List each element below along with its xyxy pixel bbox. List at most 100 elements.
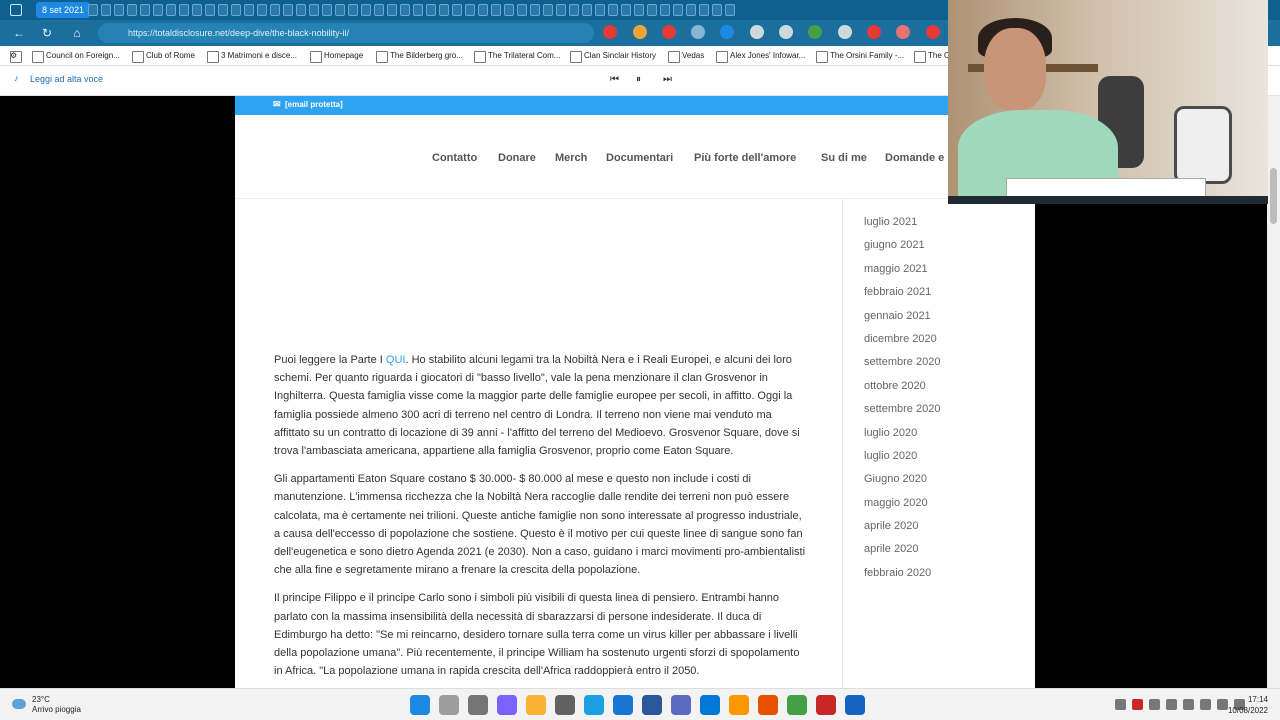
person-image bbox=[984, 28, 1046, 110]
archive-link[interactable]: luglio 2020 bbox=[864, 445, 940, 468]
archive-link[interactable]: aprile 2020 bbox=[864, 538, 940, 561]
menu-item-piu-forte[interactable]: Più forte dell'amore bbox=[694, 152, 796, 164]
home-icon[interactable]: ⌂ bbox=[68, 24, 86, 42]
url-field[interactable]: https://totaldisclosure.net/deep-dive/th… bbox=[98, 23, 594, 43]
refresh-icon[interactable]: ↻ bbox=[38, 24, 56, 42]
link-qui[interactable]: QUI bbox=[386, 354, 406, 366]
record-app-icon[interactable] bbox=[816, 695, 836, 715]
extension-icon[interactable] bbox=[633, 25, 647, 39]
extension-icon[interactable] bbox=[720, 25, 734, 39]
archive-link[interactable]: settembre 2020 bbox=[864, 351, 940, 374]
active-tab[interactable]: 8 set 2021 bbox=[36, 2, 91, 18]
paragraph: Gli appartamenti Eaton Square costano $ … bbox=[274, 473, 806, 577]
tray-app-icon[interactable] bbox=[1132, 699, 1143, 710]
extension-icon[interactable] bbox=[926, 25, 940, 39]
bookmark[interactable]: The Orsini Family -... bbox=[816, 46, 904, 66]
language-icon[interactable] bbox=[1183, 699, 1194, 710]
extension-icon[interactable] bbox=[691, 25, 705, 39]
archive-link[interactable]: luglio 2020 bbox=[864, 422, 940, 445]
word-icon[interactable] bbox=[642, 695, 662, 715]
bookmark[interactable]: The Trilateral Com... bbox=[474, 46, 560, 66]
next-icon[interactable]: ⏭ bbox=[663, 74, 672, 85]
menu-item-contatto[interactable]: Contatto bbox=[432, 152, 477, 164]
bookmark[interactable]: The Bilderberg gro... bbox=[376, 46, 463, 66]
clock[interactable]: 17:14 10/08/2022 bbox=[1228, 694, 1268, 716]
archive-link[interactable]: febbraio 2020 bbox=[864, 562, 940, 585]
archive-link[interactable]: maggio 2020 bbox=[864, 492, 940, 515]
app-icon[interactable] bbox=[758, 695, 778, 715]
menu-item-domande[interactable]: Domande e bbox=[885, 152, 944, 164]
archive-link[interactable]: giugno 2021 bbox=[864, 234, 940, 257]
start-icon[interactable] bbox=[410, 695, 430, 715]
menu-item-su-di-me[interactable]: Su di me bbox=[821, 152, 867, 164]
read-aloud-button[interactable]: Leggi ad alta voce bbox=[14, 73, 103, 84]
bookmark[interactable]: Council on Foreign... bbox=[32, 46, 120, 66]
page-scrollbar[interactable] bbox=[1267, 96, 1280, 688]
weather-widget[interactable]: 23°C Arrivo pioggia bbox=[12, 695, 81, 715]
archive-link[interactable]: Giugno 2020 bbox=[864, 468, 940, 491]
header-email[interactable]: [email protetta] bbox=[273, 99, 343, 110]
bookmark[interactable]: 3 Matrimoni e disce... bbox=[207, 46, 297, 66]
bookmarks-settings-icon[interactable]: ⚙ bbox=[10, 46, 23, 66]
archive-link[interactable]: aprile 2020 bbox=[864, 515, 940, 538]
wifi-icon[interactable] bbox=[1200, 699, 1211, 710]
sidebar-divider bbox=[842, 199, 843, 688]
bookmark[interactable]: Alex Jones' Infowar... bbox=[716, 46, 805, 66]
bookmark[interactable]: Vedas bbox=[668, 46, 704, 66]
search-icon[interactable] bbox=[439, 695, 459, 715]
archive-link[interactable]: luglio 2021 bbox=[864, 211, 940, 234]
menu-item-documentari[interactable]: Documentari bbox=[606, 152, 673, 164]
extension-icon[interactable] bbox=[896, 25, 910, 39]
record-icon[interactable] bbox=[662, 25, 676, 39]
opera-icon[interactable] bbox=[867, 25, 881, 39]
archive-link[interactable]: ottobre 2020 bbox=[864, 375, 940, 398]
scrollbar-thumb[interactable] bbox=[1270, 168, 1277, 224]
app-icon[interactable] bbox=[671, 695, 691, 715]
system-tray bbox=[1115, 699, 1245, 710]
menu-item-merch[interactable]: Merch bbox=[555, 152, 587, 164]
store-icon[interactable] bbox=[555, 695, 575, 715]
bookmark[interactable]: The C bbox=[914, 46, 950, 66]
bookmark[interactable]: Homepage bbox=[310, 46, 363, 66]
mini-screen-preview bbox=[1006, 178, 1206, 198]
tab-strip[interactable] bbox=[88, 4, 950, 16]
pause-icon[interactable]: ⏸ bbox=[636, 74, 641, 85]
extension-icon[interactable] bbox=[808, 25, 822, 39]
chat-icon[interactable] bbox=[497, 695, 517, 715]
archive-link[interactable]: settembre 2020 bbox=[864, 398, 940, 421]
previous-icon[interactable]: ⏮ bbox=[610, 74, 619, 85]
edge-icon[interactable] bbox=[584, 695, 604, 715]
adblock-icon[interactable] bbox=[603, 25, 617, 39]
windows-taskbar: 23°C Arrivo pioggia 17:14 10/08/2022 bbox=[0, 688, 1280, 720]
file-explorer-icon[interactable] bbox=[526, 695, 546, 715]
extension-icon[interactable] bbox=[779, 25, 793, 39]
app-icon[interactable] bbox=[700, 695, 720, 715]
tray-app-icon[interactable] bbox=[1149, 699, 1160, 710]
extension-icon[interactable] bbox=[838, 25, 852, 39]
archive-link[interactable]: maggio 2021 bbox=[864, 258, 940, 281]
cloud-rain-icon bbox=[12, 699, 26, 709]
extension-icon[interactable] bbox=[750, 25, 764, 39]
archive-list: luglio 2021 giugno 2021 maggio 2021 febb… bbox=[864, 211, 940, 585]
app-icon[interactable] bbox=[787, 695, 807, 715]
main-menu: Contatto Donare Merch Documentari Più fo… bbox=[235, 115, 1035, 199]
bookmark[interactable]: Club of Rome bbox=[132, 46, 195, 66]
chevron-up-icon[interactable] bbox=[1115, 699, 1126, 710]
microphone-icon[interactable] bbox=[1166, 699, 1177, 710]
taskbar-apps bbox=[410, 695, 865, 715]
archive-link[interactable]: febbraio 2021 bbox=[864, 281, 940, 304]
archive-link[interactable]: gennaio 2021 bbox=[864, 305, 940, 328]
window-menu-icon[interactable] bbox=[10, 4, 22, 16]
back-icon[interactable]: ← bbox=[10, 24, 28, 42]
clock-time: 17:14 bbox=[1247, 695, 1268, 704]
app-icon[interactable] bbox=[845, 695, 865, 715]
mail-icon[interactable] bbox=[613, 695, 633, 715]
paragraph: Il principe Filippo e il principe Carlo … bbox=[274, 592, 800, 678]
bookmark[interactable]: Clan Sinclair History bbox=[570, 46, 656, 66]
clock-date: 10/08/2022 bbox=[1227, 706, 1268, 715]
volume-icon[interactable] bbox=[1217, 699, 1228, 710]
app-icon[interactable] bbox=[729, 695, 749, 715]
archive-link[interactable]: dicembre 2020 bbox=[864, 328, 940, 351]
task-view-icon[interactable] bbox=[468, 695, 488, 715]
menu-item-donare[interactable]: Donare bbox=[498, 152, 536, 164]
